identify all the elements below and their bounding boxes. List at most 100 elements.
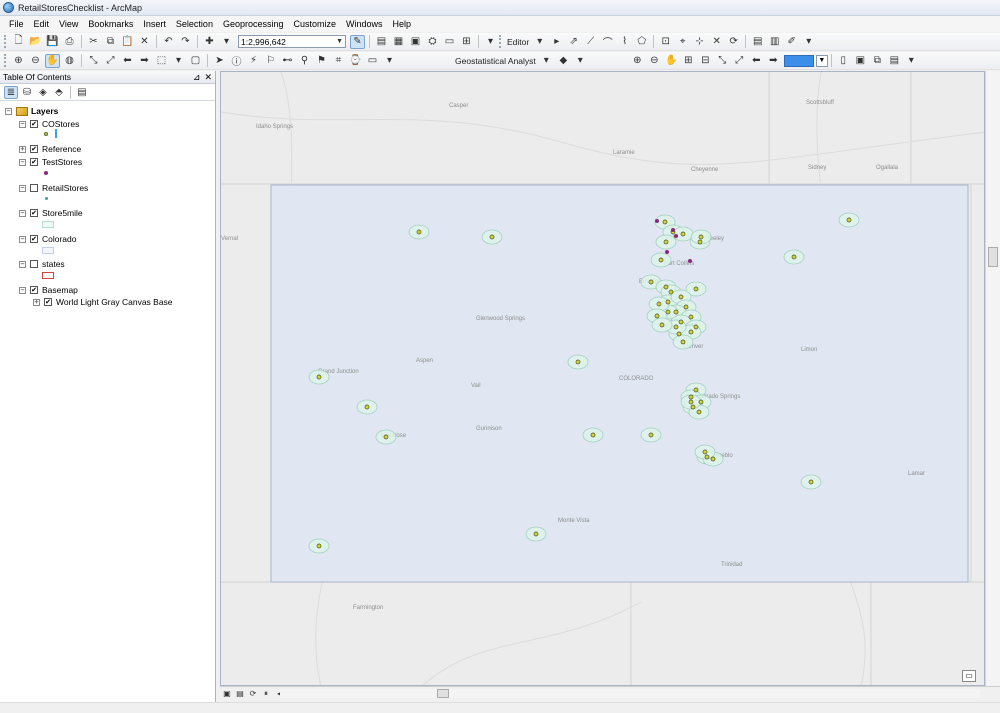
reshape-icon[interactable]: ⌖: [675, 35, 690, 49]
select-elements-arrow-icon[interactable]: ➤: [212, 54, 227, 68]
table-of-contents-icon[interactable]: ▤: [374, 35, 389, 49]
collapse-icon[interactable]: −: [19, 235, 26, 243]
layer-row-reference[interactable]: + ✔ Reference: [19, 143, 81, 155]
polygon-symbol-icon[interactable]: [42, 247, 54, 254]
layer-row-states[interactable]: − states: [19, 258, 65, 270]
collapse-icon[interactable]: −: [19, 184, 26, 192]
print-icon[interactable]: ⎙: [62, 35, 77, 49]
editor-options-icon[interactable]: ▾: [801, 35, 816, 49]
geostat-dropdown-icon[interactable]: ▾: [539, 54, 554, 68]
layout-fixed-in-icon[interactable]: ⤡: [715, 54, 730, 68]
create-features-icon[interactable]: ✐: [784, 35, 799, 49]
zoom-percent-field[interactable]: [783, 54, 814, 67]
python-window-icon[interactable]: ▭: [442, 35, 457, 49]
polygon-symbol-icon[interactable]: [42, 272, 54, 279]
find-binoculars-icon[interactable]: ⚲: [297, 54, 312, 68]
model-builder-icon[interactable]: ⊞: [459, 35, 474, 49]
layer-visibility-checkbox[interactable]: ✔: [30, 286, 38, 294]
zoom-100-icon[interactable]: ⊟: [698, 54, 713, 68]
pan-hand-icon[interactable]: ✋: [45, 53, 60, 68]
layout-fixed-out-icon[interactable]: ⤢: [732, 54, 747, 68]
sketch-properties-icon[interactable]: ▥: [767, 35, 782, 49]
list-by-selection-icon[interactable]: ⬘: [52, 86, 66, 99]
list-by-source-icon[interactable]: ⛁: [20, 86, 34, 99]
focus-data-frame-icon[interactable]: ▣: [853, 54, 868, 68]
collapse-icon[interactable]: −: [19, 120, 26, 128]
layer-row-costores[interactable]: − ✔ COStores: [19, 118, 79, 130]
zoom-in-icon[interactable]: ⊕: [11, 54, 26, 68]
point-symbol-icon[interactable]: [45, 197, 48, 200]
menu-insert[interactable]: Insert: [138, 16, 171, 32]
hyperlink-icon[interactable]: ⚡: [246, 54, 261, 68]
editor-toolbar-icon[interactable]: ✎: [350, 34, 365, 49]
layer-row-store5mile[interactable]: − ✔ Store5mile: [19, 207, 83, 219]
close-icon[interactable]: ✕: [204, 72, 212, 83]
pause-drawing-icon[interactable]: ⏸: [261, 689, 271, 699]
geostatistical-analyst-menu[interactable]: Geostatistical Analyst: [453, 56, 538, 66]
rotate-icon[interactable]: ⟳: [726, 35, 741, 49]
time-slider-icon[interactable]: ⌚: [348, 54, 363, 68]
map-display[interactable]: Idaho Springs Casper Laramie Cheyenne Scotts…: [220, 71, 985, 686]
copy-icon[interactable]: ⧉: [103, 35, 118, 49]
editor-dropdown-icon[interactable]: ▾: [532, 35, 547, 49]
editor-menu-label[interactable]: Editor: [505, 37, 531, 47]
trace-icon[interactable]: ⌇: [617, 35, 632, 49]
menu-file[interactable]: File: [4, 16, 29, 32]
edit-vertices-icon[interactable]: ⊡: [658, 35, 673, 49]
open-folder-icon[interactable]: 📂: [28, 35, 43, 49]
map-scale-combo[interactable]: 1:2,996,642 ▼: [238, 35, 346, 48]
paste-icon[interactable]: 📋: [120, 35, 135, 49]
auto-hide-pin-icon[interactable]: ⊿: [193, 72, 201, 83]
expand-icon[interactable]: +: [33, 298, 40, 306]
list-by-visibility-icon[interactable]: ◈: [36, 86, 50, 99]
attributes-icon[interactable]: ▤: [750, 35, 765, 49]
point-symbol-icon[interactable]: [44, 171, 48, 175]
redo-icon[interactable]: ↷: [178, 35, 193, 49]
menu-geoprocessing[interactable]: Geoprocessing: [218, 16, 289, 32]
toolbar-grip[interactable]: [4, 54, 7, 67]
go-forward-icon[interactable]: ➡: [137, 54, 152, 68]
scrollbar-thumb[interactable]: [437, 689, 449, 698]
layer-visibility-checkbox[interactable]: ✔: [30, 209, 38, 217]
data-view-icon[interactable]: ▣: [222, 689, 232, 699]
zoom-whole-page-icon[interactable]: ⊞: [681, 54, 696, 68]
layout-options-icon[interactable]: ▾: [904, 54, 919, 68]
tools-options-icon[interactable]: ▾: [382, 54, 397, 68]
scrollbar-thumb[interactable]: [988, 247, 998, 267]
split-icon[interactable]: ✕: [709, 35, 724, 49]
toc-options-icon[interactable]: ▤: [75, 86, 89, 99]
menu-view[interactable]: View: [54, 16, 83, 32]
zoom-out-icon[interactable]: ⊖: [28, 54, 43, 68]
arctoolbox-icon[interactable]: ⛭: [425, 35, 440, 49]
polygon-tool-icon[interactable]: ⬠: [634, 35, 649, 49]
layout-back-icon[interactable]: ⬅: [749, 54, 764, 68]
point-symbol-icon[interactable]: [44, 132, 48, 136]
go-to-xy-icon[interactable]: ⌗: [331, 54, 346, 68]
map-canvas[interactable]: Idaho Springs Casper Laramie Cheyenne Scotts…: [221, 72, 985, 686]
menu-customize[interactable]: Customize: [289, 16, 342, 32]
add-data-dropdown-icon[interactable]: ▾: [219, 35, 234, 49]
cut-icon[interactable]: ✂: [86, 35, 101, 49]
go-back-icon[interactable]: ⬅: [120, 54, 135, 68]
layer-row-teststores[interactable]: − ✔ TestStores: [19, 156, 82, 168]
layout-forward-icon[interactable]: ➡: [766, 54, 781, 68]
layer-visibility-checkbox[interactable]: ✔: [30, 235, 38, 243]
html-popup-icon[interactable]: ⚐: [263, 54, 278, 68]
cut-polygons-icon[interactable]: ⊹: [692, 35, 707, 49]
vertical-scrollbar[interactable]: [985, 71, 1000, 686]
edit-tool-icon[interactable]: ▸: [549, 35, 564, 49]
save-icon[interactable]: 💾: [45, 35, 60, 49]
menu-bookmarks[interactable]: Bookmarks: [83, 16, 138, 32]
collapse-icon[interactable]: −: [19, 209, 26, 217]
list-by-drawing-order-icon[interactable]: ≣: [4, 85, 18, 99]
fixed-zoom-out-icon[interactable]: ⤢: [103, 54, 118, 68]
collapse-icon[interactable]: −: [19, 158, 26, 166]
expand-icon[interactable]: +: [19, 145, 26, 153]
search-window-icon[interactable]: ▣: [408, 35, 423, 49]
layer-visibility-checkbox[interactable]: ✔: [30, 145, 38, 153]
create-viewer-icon[interactable]: ▭: [365, 54, 380, 68]
layer-row-basemap[interactable]: − ✔ Basemap: [19, 284, 78, 296]
layout-pan-icon[interactable]: ✋: [664, 54, 679, 68]
find-route-icon[interactable]: ⚑: [314, 54, 329, 68]
menu-selection[interactable]: Selection: [171, 16, 218, 32]
